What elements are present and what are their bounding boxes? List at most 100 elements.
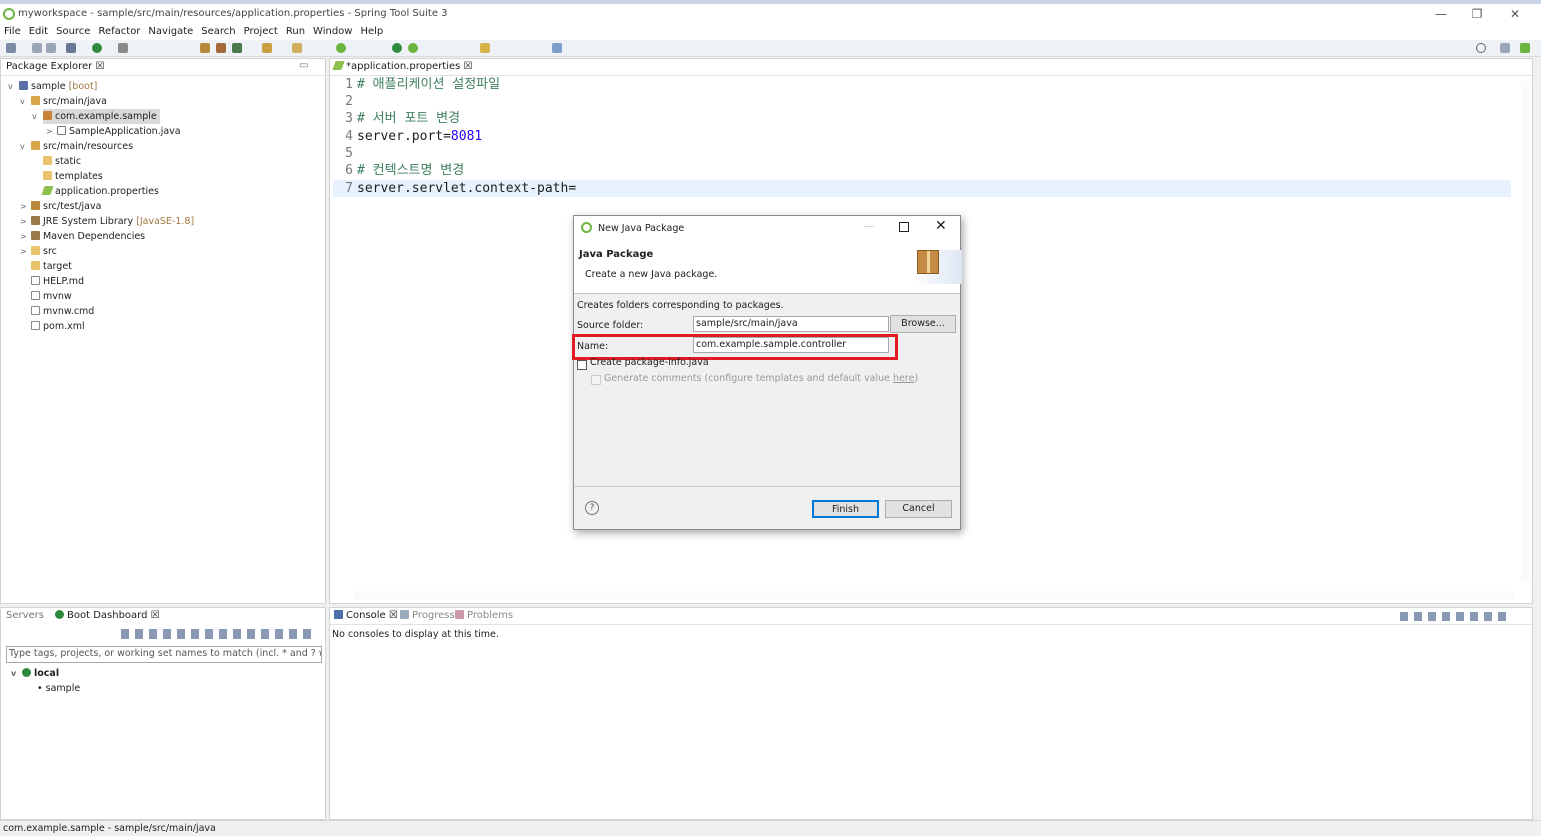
browse-button[interactable]: Browse... xyxy=(890,315,956,333)
save-icon[interactable] xyxy=(32,43,42,53)
project-icon xyxy=(19,81,28,90)
boot-dashboard-pane: Servers Boot Dashboard ☒ Type tags, proj… xyxy=(0,607,326,820)
xml-file-icon xyxy=(31,321,40,330)
tab-package-explorer[interactable]: Package Explorer ☒ xyxy=(6,61,104,72)
boot-dashboard-icon xyxy=(55,610,64,619)
tree-item-static[interactable]: static xyxy=(43,154,81,169)
external-tools-icon[interactable] xyxy=(118,43,128,53)
quick-access-search-icon[interactable] xyxy=(1476,43,1486,53)
tab-problems[interactable]: Problems xyxy=(455,610,513,621)
new-package-icon[interactable] xyxy=(216,43,226,53)
dialog-subheading: Create a new Java package. xyxy=(585,269,718,280)
source-folder-icon xyxy=(31,201,40,210)
tree-item-src-main-resources[interactable]: v src/main/resources xyxy=(20,139,133,154)
run-icon[interactable] xyxy=(92,43,102,53)
name-label: Name: xyxy=(577,341,609,352)
tree-item-src[interactable]: > src xyxy=(20,244,57,259)
menu-edit[interactable]: Edit xyxy=(25,24,52,40)
tree-item-sample-app[interactable]: • sample xyxy=(37,681,80,696)
finish-button[interactable]: Finish xyxy=(812,500,879,518)
spring-perspective-icon[interactable] xyxy=(1520,43,1530,53)
status-bar: com.example.sample - sample/src/main/jav… xyxy=(0,820,1541,836)
tree-item-jre-system-library[interactable]: > JRE System Library [JavaSE-1.8] xyxy=(20,214,194,229)
dialog-description: Creates folders corresponding to package… xyxy=(577,300,784,311)
search-tool-icon[interactable] xyxy=(292,43,302,53)
dialog-minimize-icon: — xyxy=(864,221,874,232)
generate-comments-checkbox[interactable] xyxy=(591,375,601,385)
dialog-close-button[interactable]: ✕ xyxy=(935,218,947,234)
new-java-project-icon[interactable] xyxy=(200,43,210,53)
tree-item-src-test-java[interactable]: > src/test/java xyxy=(20,199,101,214)
boot-dashboard-header: Servers Boot Dashboard ☒ xyxy=(1,608,325,625)
maximize-button[interactable]: ❐ xyxy=(1464,6,1490,22)
new-class-icon[interactable] xyxy=(232,43,242,53)
menu-help[interactable]: Help xyxy=(356,24,387,40)
server-running-icon xyxy=(22,668,31,677)
tab-servers[interactable]: Servers xyxy=(6,610,44,621)
here-link[interactable]: here xyxy=(893,373,914,384)
tab-boot-dashboard[interactable]: Boot Dashboard ☒ xyxy=(55,610,160,621)
tree-item-mvnw[interactable]: mvnw xyxy=(31,289,72,304)
minimize-button[interactable]: — xyxy=(1428,6,1454,22)
code-line: 1 # 애플리케이션 설정파일 xyxy=(345,77,501,92)
package-name-input[interactable]: com.example.sample.controller xyxy=(693,337,889,353)
window-title: myworkspace - sample/src/main/resources/… xyxy=(18,8,448,19)
menu-project[interactable]: Project xyxy=(240,24,282,40)
close-button[interactable]: ✕ xyxy=(1502,6,1528,22)
dialog-banner: Java Package Create a new Java package. xyxy=(574,240,962,294)
boot-dashboard-icon[interactable] xyxy=(336,43,346,53)
code-line-current: 7 server.servlet.context-path= xyxy=(333,180,1511,197)
spring-logo-icon xyxy=(3,8,15,20)
spring-icon[interactable] xyxy=(408,43,418,53)
properties-file-icon xyxy=(332,61,345,70)
console-toolbar-icons[interactable] xyxy=(1400,612,1510,621)
editor-scrollbar[interactable] xyxy=(1521,81,1529,581)
tab-progress[interactable]: Progress xyxy=(400,610,455,621)
open-perspective-icon[interactable] xyxy=(1500,43,1510,53)
main-toolbar xyxy=(0,40,1541,57)
create-package-info-checkbox[interactable] xyxy=(577,360,587,370)
tree-item-target[interactable]: target xyxy=(31,259,72,274)
menu-run[interactable]: Run xyxy=(282,24,309,40)
dialog-maximize-button[interactable] xyxy=(899,222,909,232)
console-header: Console ☒ Progress Problems xyxy=(330,608,1532,625)
menu-refactor[interactable]: Refactor xyxy=(94,24,144,40)
debug-icon[interactable] xyxy=(66,43,76,53)
create-package-info-label: Create package-info.java xyxy=(590,357,709,368)
save-all-icon[interactable] xyxy=(46,43,56,53)
tree-item-maven-dependencies[interactable]: > Maven Dependencies xyxy=(20,229,145,244)
back-icon[interactable] xyxy=(480,43,490,53)
source-folder-input[interactable]: sample/src/main/java xyxy=(693,316,889,332)
folder-icon xyxy=(43,156,52,165)
folder-icon xyxy=(43,171,52,180)
tree-item-sample-application[interactable]: > SampleApplication.java xyxy=(46,124,181,139)
menu-search[interactable]: Search xyxy=(197,24,239,40)
dashboard-toolbar-icons[interactable] xyxy=(121,629,316,639)
new-icon[interactable] xyxy=(6,43,16,53)
relaunch-icon[interactable] xyxy=(392,43,402,53)
menu-navigate[interactable]: Navigate xyxy=(144,24,197,40)
tree-item-local[interactable]: v local xyxy=(11,666,59,681)
tree-item-src-main-java[interactable]: v src/main/java xyxy=(20,94,107,109)
file-icon xyxy=(31,276,40,285)
menu-window[interactable]: Window xyxy=(309,24,356,40)
tab-application-properties[interactable]: *application.properties ☒ xyxy=(332,61,473,72)
menu-source[interactable]: Source xyxy=(52,24,94,40)
tab-console[interactable]: Console ☒ xyxy=(334,610,398,621)
tree-item-mvnw-cmd[interactable]: mvnw.cmd xyxy=(31,304,94,319)
tree-item-help-md[interactable]: HELP.md xyxy=(31,274,84,289)
editor-horizontal-scrollbar[interactable] xyxy=(354,591,1514,599)
tree-item-pom-xml[interactable]: pom.xml xyxy=(31,319,85,334)
minimize-view-icon[interactable]: ▭ xyxy=(299,60,308,71)
bullet-icon: • xyxy=(37,683,43,694)
tree-item-application-properties[interactable]: application.properties xyxy=(41,184,159,199)
menu-file[interactable]: File xyxy=(0,24,25,40)
help-icon[interactable]: ? xyxy=(585,501,599,515)
pin-editor-icon[interactable] xyxy=(552,43,562,53)
tree-item-templates[interactable]: templates xyxy=(43,169,103,184)
tree-item-sample[interactable]: v sample [boot] xyxy=(8,79,97,94)
open-type-icon[interactable] xyxy=(262,43,272,53)
cancel-button[interactable]: Cancel xyxy=(885,500,952,518)
dashboard-filter-input[interactable]: Type tags, projects, or working set name… xyxy=(6,646,322,663)
tree-item-com-example-sample[interactable]: v com.example.sample xyxy=(32,109,160,124)
